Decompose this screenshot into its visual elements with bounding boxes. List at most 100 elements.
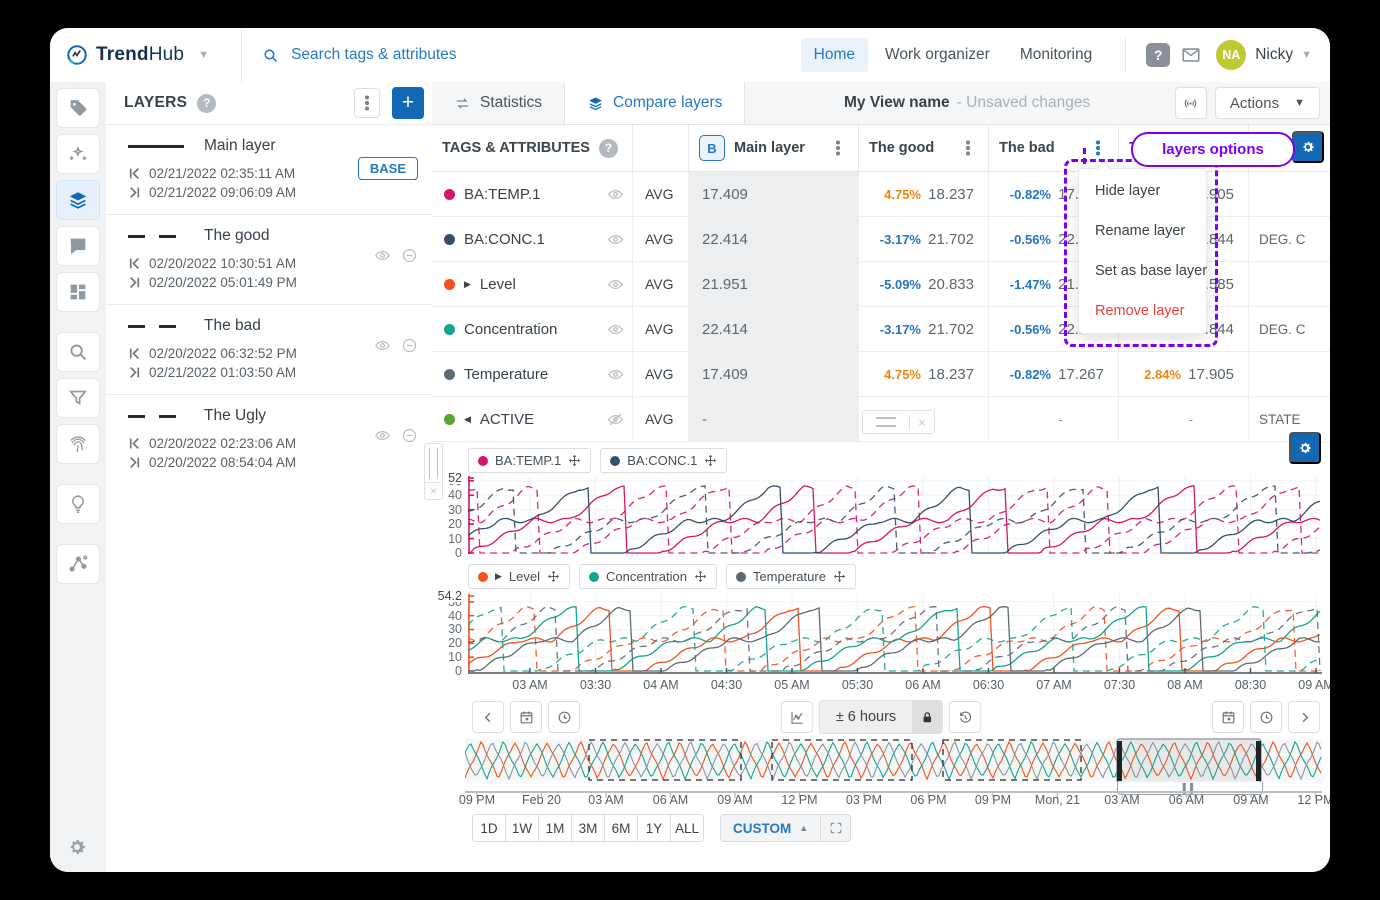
layer-visibility-icon[interactable]	[374, 247, 391, 264]
good-layer-kebab[interactable]	[958, 146, 978, 150]
move-icon[interactable]	[704, 454, 717, 467]
panel-split-handle[interactable]: ×	[424, 443, 443, 500]
layer-card-the-good[interactable]: The good 02/20/2022 10:30:51 AM 02/20/20…	[106, 214, 432, 304]
tab-compare-layers[interactable]: Compare layers	[564, 82, 745, 124]
live-mode-button[interactable]	[1175, 87, 1207, 119]
trend-chart-top[interactable]: 0102030405052	[432, 474, 1330, 556]
aggregation-cell[interactable]: AVG	[632, 217, 688, 261]
brand-caret-icon[interactable]: ▼	[198, 49, 209, 61]
move-icon[interactable]	[694, 570, 707, 583]
layer-visibility-icon[interactable]	[374, 337, 391, 354]
layer-card-the-bad[interactable]: The bad 02/20/2022 06:32:52 PM 02/21/202…	[106, 304, 432, 394]
rail-item-recommendations[interactable]	[56, 484, 100, 524]
app-logo[interactable]: TrendHub ▼	[50, 44, 223, 66]
column-main-layer[interactable]: B Main layer	[688, 125, 858, 171]
mail-icon[interactable]	[1180, 44, 1202, 66]
rail-item-filter[interactable]	[56, 378, 100, 418]
custom-range-button[interactable]: CUSTOM ▲	[720, 814, 821, 842]
table-settings-button[interactable]	[1292, 131, 1324, 163]
table-help-icon[interactable]: ?	[599, 139, 618, 158]
range-all[interactable]: ALL	[670, 814, 704, 842]
chart-plot-area[interactable]	[468, 592, 1322, 674]
time-span-control[interactable]: ± 6 hours	[819, 700, 943, 734]
legend-chip-temperature[interactable]: Temperature	[726, 564, 856, 589]
end-time-button[interactable]	[1250, 701, 1282, 733]
main-layer-kebab[interactable]	[828, 146, 848, 150]
rail-item-fingerprint[interactable]	[56, 424, 100, 464]
rail-item-search[interactable]	[56, 332, 100, 372]
menu-item-remove-layer[interactable]: Remove layer	[1079, 291, 1206, 331]
legend-chip-concentration[interactable]: Concentration	[579, 564, 717, 589]
expand-range-button[interactable]	[821, 814, 851, 842]
layer-card-the-ugly[interactable]: The Ugly 02/20/2022 02:23:06 AM 02/20/20…	[106, 394, 432, 484]
bad-layer-kebab[interactable]	[1088, 146, 1108, 150]
collapse-panel-icon[interactable]: ×	[425, 482, 442, 499]
range-3m[interactable]: 3M	[571, 814, 605, 842]
start-date-button[interactable]	[510, 701, 542, 733]
chart-settings-button[interactable]	[1289, 432, 1321, 464]
visibility-eye-icon[interactable]	[607, 231, 624, 248]
rail-item-comments[interactable]	[56, 226, 100, 266]
user-menu[interactable]: NA Nicky ▼	[1216, 40, 1312, 70]
table-split-handle[interactable]: ×	[862, 410, 935, 434]
global-search[interactable]	[242, 45, 801, 65]
visibility-eye-icon[interactable]	[607, 366, 624, 383]
aggregation-cell[interactable]: AVG	[632, 262, 688, 306]
menu-item-rename-layer[interactable]: Rename layer	[1079, 211, 1206, 251]
tab-statistics[interactable]: Statistics	[432, 82, 564, 124]
overview-strip[interactable]: ▌▌	[465, 738, 1322, 784]
actions-button[interactable]: Actions ▼	[1215, 87, 1320, 119]
collapse-table-icon[interactable]: ×	[909, 415, 934, 430]
remove-layer-icon[interactable]	[401, 337, 418, 354]
range-6m[interactable]: 6M	[604, 814, 638, 842]
expand-arrow-icon[interactable]: ▶	[464, 279, 471, 290]
visibility-eye-icon[interactable]	[607, 186, 624, 203]
layer-card-main-layer[interactable]: Main layer 02/21/2022 02:35:11 AM 02/21/…	[106, 124, 432, 214]
visibility-eye-icon[interactable]	[607, 276, 624, 293]
column-the-good[interactable]: The good	[858, 125, 988, 171]
range-1w[interactable]: 1W	[505, 814, 539, 842]
rail-item-context-items[interactable]	[56, 544, 100, 584]
visibility-eye-icon[interactable]	[607, 321, 624, 338]
chart-plot-area[interactable]	[468, 474, 1322, 556]
aggregation-cell[interactable]: AVG	[632, 352, 688, 396]
aggregation-cell[interactable]: AVG	[632, 397, 688, 441]
remove-layer-icon[interactable]	[401, 247, 418, 264]
pan-left-button[interactable]	[472, 701, 504, 733]
visibility-eye-off-icon[interactable]	[607, 411, 624, 428]
move-icon[interactable]	[833, 570, 846, 583]
remove-layer-icon[interactable]	[401, 427, 418, 444]
legend-chip-level[interactable]: ▶ Level	[468, 564, 570, 589]
rail-item-formulas[interactable]	[56, 134, 100, 174]
layers-menu-button[interactable]	[354, 88, 380, 118]
add-layer-button[interactable]: +	[392, 87, 424, 119]
legend-chip-ba-conc-1[interactable]: BA:CONC.1	[600, 448, 727, 473]
search-input[interactable]	[289, 45, 713, 65]
nav-monitoring[interactable]: Monitoring	[1007, 38, 1105, 72]
layers-help-icon[interactable]: ?	[197, 94, 216, 113]
legend-chip-ba-temp-1[interactable]: BA:TEMP.1	[468, 448, 591, 473]
range-1m[interactable]: 1M	[538, 814, 572, 842]
history-button[interactable]	[949, 701, 981, 733]
lock-icon[interactable]	[912, 701, 942, 733]
compare-trends-button[interactable]	[781, 701, 813, 733]
menu-item-hide-layer[interactable]: Hide layer	[1079, 171, 1206, 211]
aggregation-cell[interactable]: AVG	[632, 172, 688, 216]
pan-right-button[interactable]	[1288, 701, 1320, 733]
aggregation-cell[interactable]: AVG	[632, 307, 688, 351]
layer-visibility-icon[interactable]	[374, 427, 391, 444]
move-icon[interactable]	[547, 570, 560, 583]
rail-item-layers[interactable]	[56, 180, 100, 220]
move-icon[interactable]	[568, 454, 581, 467]
table-row-temperature[interactable]: Temperature AVG 17.409 4.75% 18.237 -0.8…	[432, 352, 1330, 397]
nav-home[interactable]: Home	[801, 38, 868, 72]
range-1y[interactable]: 1Y	[637, 814, 671, 842]
settings-gear-icon[interactable]	[66, 836, 88, 858]
rail-item-tag[interactable]	[56, 88, 100, 128]
expand-arrow-icon[interactable]: ◀	[464, 414, 471, 425]
menu-item-set-as-base-layer[interactable]: Set as base layer	[1079, 251, 1206, 291]
rail-item-dashboards[interactable]	[56, 272, 100, 312]
trend-chart-bottom[interactable]: 0102030405054.2	[432, 592, 1330, 674]
range-1d[interactable]: 1D	[472, 814, 506, 842]
nav-work-organizer[interactable]: Work organizer	[872, 38, 1003, 72]
